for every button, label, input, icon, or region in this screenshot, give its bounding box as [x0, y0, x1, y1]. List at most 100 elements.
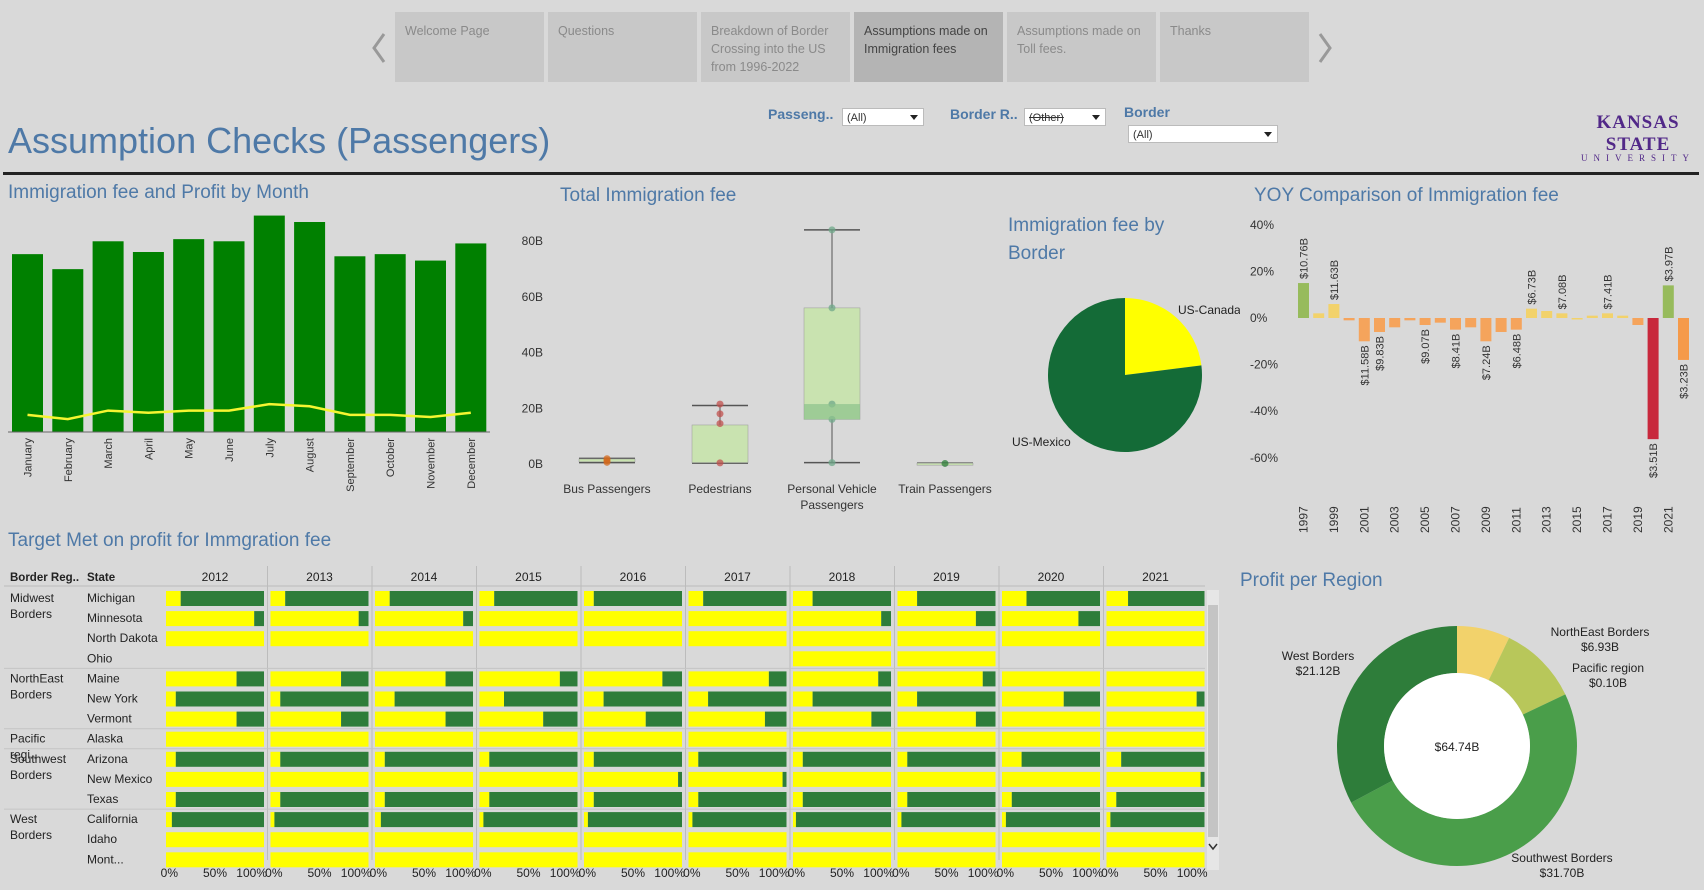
x-tick-label: 0% [788, 866, 806, 880]
pie-label: US-Mexico [1012, 435, 1071, 449]
target-bar-yellow [270, 691, 281, 707]
filter-border-region-select[interactable]: (Other) [1024, 108, 1106, 126]
target-bar-grid: Border Reg.. State 2012 2013 2014 2015 2016 201… [4, 566, 1219, 880]
target-bar-green [445, 711, 473, 727]
target-bar-yellow [897, 631, 996, 647]
month-tick-label: February [63, 438, 75, 483]
target-bar-yellow [375, 832, 473, 848]
target-bar-yellow [375, 771, 473, 787]
x-tick-label: 50% [1039, 866, 1063, 880]
story-prev-arrow[interactable] [366, 28, 392, 68]
target-bar-yellow [270, 731, 369, 747]
target-bar-green [236, 671, 264, 687]
x-tick-label: 2003 [1388, 506, 1402, 533]
target-bar-green [280, 751, 369, 767]
filter-border-select[interactable]: (All) [1128, 125, 1278, 143]
x-tick-label: 100% [654, 866, 685, 880]
story-tab-0[interactable]: Welcome Page [395, 12, 544, 82]
column-header: Border Reg.. [10, 572, 79, 584]
target-bar-green [1128, 591, 1205, 606]
target-bar-green [603, 691, 682, 707]
target-bar-green [708, 691, 787, 707]
yoy-value-label: $3.51B [1648, 443, 1660, 478]
target-bar-yellow [584, 691, 604, 707]
y-tick-label: 0% [1250, 311, 1268, 325]
x-tick-label: 0% [683, 866, 701, 880]
target-bar-yellow [584, 792, 594, 807]
month-tick-label: September [345, 438, 357, 492]
story-tab-4[interactable]: Assumptions made on Toll fees. [1007, 12, 1156, 82]
target-bar-yellow [897, 731, 996, 747]
profit-region-donut: $64.74B West Borders$21.12B NorthEast Bord… [1282, 625, 1650, 880]
yoy-value-label: $9.83B [1375, 336, 1387, 371]
target-bar-yellow [166, 731, 264, 747]
story-tab-2[interactable]: Breakdown of Border Crossing into the US… [701, 12, 850, 82]
target-bar-yellow [270, 832, 369, 848]
yoy-value-label: $8.41B [1451, 334, 1463, 369]
target-bar-yellow [584, 832, 682, 848]
month-tick-label: October [385, 438, 397, 477]
target-bar-yellow [897, 812, 902, 828]
yoy-bar [1480, 318, 1492, 342]
target-bar-yellow [1106, 731, 1205, 747]
target-bar-green [768, 671, 787, 687]
yoy-value-label: $7.08B [1557, 274, 1569, 309]
target-bar-yellow [897, 671, 983, 687]
target-bar-yellow [688, 771, 783, 787]
target-bar-green [236, 711, 264, 727]
target-bar-yellow [166, 812, 172, 828]
target-bar-green [175, 691, 264, 707]
target-bar-green [494, 591, 578, 606]
x-tick-label: 100% [863, 866, 894, 880]
x-tick-label: 100% [550, 866, 581, 880]
filter-passenger-select[interactable]: (All) [842, 108, 924, 126]
donut-center-label: $64.74B [1435, 740, 1480, 754]
target-bar-yellow [897, 611, 976, 627]
data-point [603, 455, 611, 463]
yoy-bar [1617, 315, 1629, 318]
year-header: 2013 [306, 570, 333, 584]
x-tick-label: 100% [1177, 866, 1208, 880]
logo-line1: KANSAS STATE [1596, 112, 1680, 155]
logo-line2: UNIVERSITY [1581, 153, 1695, 163]
target-bar-yellow [375, 671, 446, 687]
story-tab-5[interactable]: Thanks [1160, 12, 1309, 82]
story-tab-1[interactable]: Questions [548, 12, 697, 82]
target-bar-yellow [584, 812, 588, 828]
data-point [716, 400, 724, 408]
target-bar-yellow [270, 611, 359, 627]
y-tick-label: -20% [1250, 358, 1278, 372]
target-bar-yellow [688, 611, 787, 627]
region-value-label: $6.93B [1581, 640, 1619, 654]
state-label: North Dakota [87, 631, 158, 645]
year-header: 2019 [933, 570, 960, 584]
y-tick-label: -60% [1250, 451, 1278, 465]
yoy-value-label: $9.07B [1420, 329, 1432, 364]
target-bar-green [1121, 751, 1205, 767]
target-bar-yellow [375, 631, 473, 647]
target-bar-green [587, 812, 682, 828]
month-tick-label: May [184, 438, 196, 459]
target-bar-green [901, 812, 996, 828]
target-bar-green [795, 812, 891, 828]
target-bar-yellow [1106, 812, 1111, 828]
target-bar-green [1196, 691, 1205, 707]
target-bar-yellow [688, 731, 787, 747]
target-bar-yellow [1106, 751, 1122, 767]
region-value-label: $21.12B [1296, 664, 1341, 678]
region-label: Borders [10, 828, 52, 842]
state-label: Vermont [87, 712, 132, 726]
month-bar [415, 260, 446, 432]
target-bar-yellow [479, 731, 578, 747]
story-tab-3[interactable]: Assumptions made on Immigration fees [854, 12, 1003, 82]
month-tick-label: January [23, 438, 35, 478]
story-next-arrow[interactable] [1312, 28, 1338, 68]
yoy-bar [1510, 318, 1522, 330]
state-label: Alaska [87, 732, 123, 746]
data-point [941, 459, 949, 467]
target-bar-yellow [479, 671, 560, 687]
yoy-bar [1541, 311, 1553, 318]
x-tick-label: 0% [892, 866, 910, 880]
target-bar-green [274, 812, 369, 828]
target-bar-green [285, 591, 369, 606]
